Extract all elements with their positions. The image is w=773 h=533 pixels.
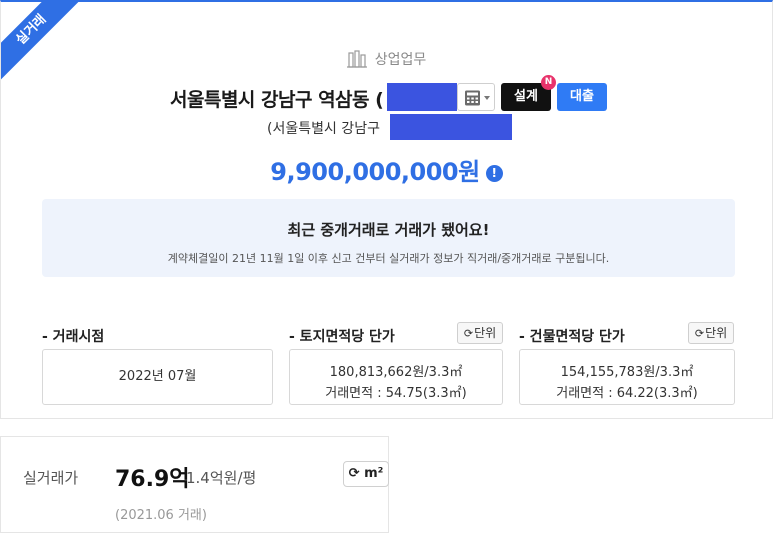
calculator-icon xyxy=(465,90,480,106)
transaction-price: 9,900,000,000원 xyxy=(270,158,480,186)
transaction-time-box: 2022년 07월 xyxy=(42,349,273,405)
land-area-value: 거래면적 : 54.75(3.3㎡) xyxy=(325,386,467,401)
land-unit-button[interactable]: ⟳단위 xyxy=(457,322,503,344)
summary-price: 76.9억 xyxy=(115,467,190,492)
address-row: 서울특별시 강남구 역삼동 ( 설계 N 대출 xyxy=(1,75,772,113)
transaction-panel: 실거래 상업업무 서울특별시 강남구 역삼동 (설계 N 대출 (서울특별시 … xyxy=(0,0,773,419)
transaction-time-label: - 거래시점 xyxy=(42,329,105,345)
building-unit-button[interactable]: ⟳단위 xyxy=(688,322,734,344)
building-unit-label: 단위 xyxy=(705,326,728,340)
summary-panel: 실거래가 76.9억 1.4억원/평 ⟳ m² (2021.06 거래) xyxy=(0,436,389,533)
calculator-button[interactable] xyxy=(457,83,495,111)
building-price-box: 154,155,783원/3.3㎡ 거래면적 : 64.22(3.3㎡) xyxy=(519,349,735,405)
ribbon-label: 실거래 xyxy=(13,11,50,48)
refresh-icon: ⟳ xyxy=(694,327,705,340)
area-unit-label: m² xyxy=(364,466,384,481)
address-title: 서울특별시 강남구 역삼동 ( xyxy=(170,89,384,111)
sub-address: (서울특별시 강남구 xyxy=(267,121,380,137)
price-row: 9,900,000,000원! xyxy=(1,152,772,187)
land-price-value: 180,813,662원/3.3㎡ xyxy=(329,365,463,380)
notice-description: 계약체결일이 21년 11월 1일 이후 신고 건부터 실거래가 정보가 직거래… xyxy=(167,252,610,265)
loan-button[interactable]: 대출 xyxy=(557,83,607,111)
category-label: 상업업무 xyxy=(374,52,427,68)
land-price-box: 180,813,662원/3.3㎡ 거래면적 : 54.75(3.3㎡) xyxy=(289,349,503,405)
building-area-value: 거래면적 : 64.22(3.3㎡) xyxy=(556,386,698,401)
chevron-down-icon xyxy=(484,96,490,100)
transaction-ribbon: 실거래 xyxy=(1,2,90,90)
land-unit-label: 단위 xyxy=(474,326,497,340)
sub-address-row: (서울특별시 강남구 xyxy=(1,113,772,140)
land-price-label: - 토지면적당 단가 xyxy=(289,329,395,345)
transaction-time-value: 2022년 07월 xyxy=(118,369,197,384)
info-icon[interactable]: ! xyxy=(485,165,503,182)
new-badge: N xyxy=(541,75,556,90)
building-icon xyxy=(346,50,367,72)
summary-per-unit: 1.4억원/평 xyxy=(186,469,257,487)
summary-label: 실거래가 xyxy=(23,469,79,487)
notice-box: 최근 중개거래로 거래가 됐어요! 계약체결일이 21년 11월 1일 이후 신… xyxy=(42,199,735,277)
redacted-sub-address xyxy=(390,114,512,140)
refresh-icon: ⟳ xyxy=(463,327,474,340)
summary-date: (2021.06 거래) xyxy=(115,508,207,523)
redacted-address xyxy=(387,83,457,111)
building-price-value: 154,155,783원/3.3㎡ xyxy=(560,365,694,380)
area-unit-toggle[interactable]: ⟳ m² xyxy=(343,461,389,487)
building-price-label: - 건물면적당 단가 xyxy=(519,329,625,345)
refresh-icon: ⟳ xyxy=(348,466,365,481)
notice-title: 최근 중개거래로 거래가 됐어요! xyxy=(287,221,490,239)
property-category: 상업업무 xyxy=(1,49,772,72)
